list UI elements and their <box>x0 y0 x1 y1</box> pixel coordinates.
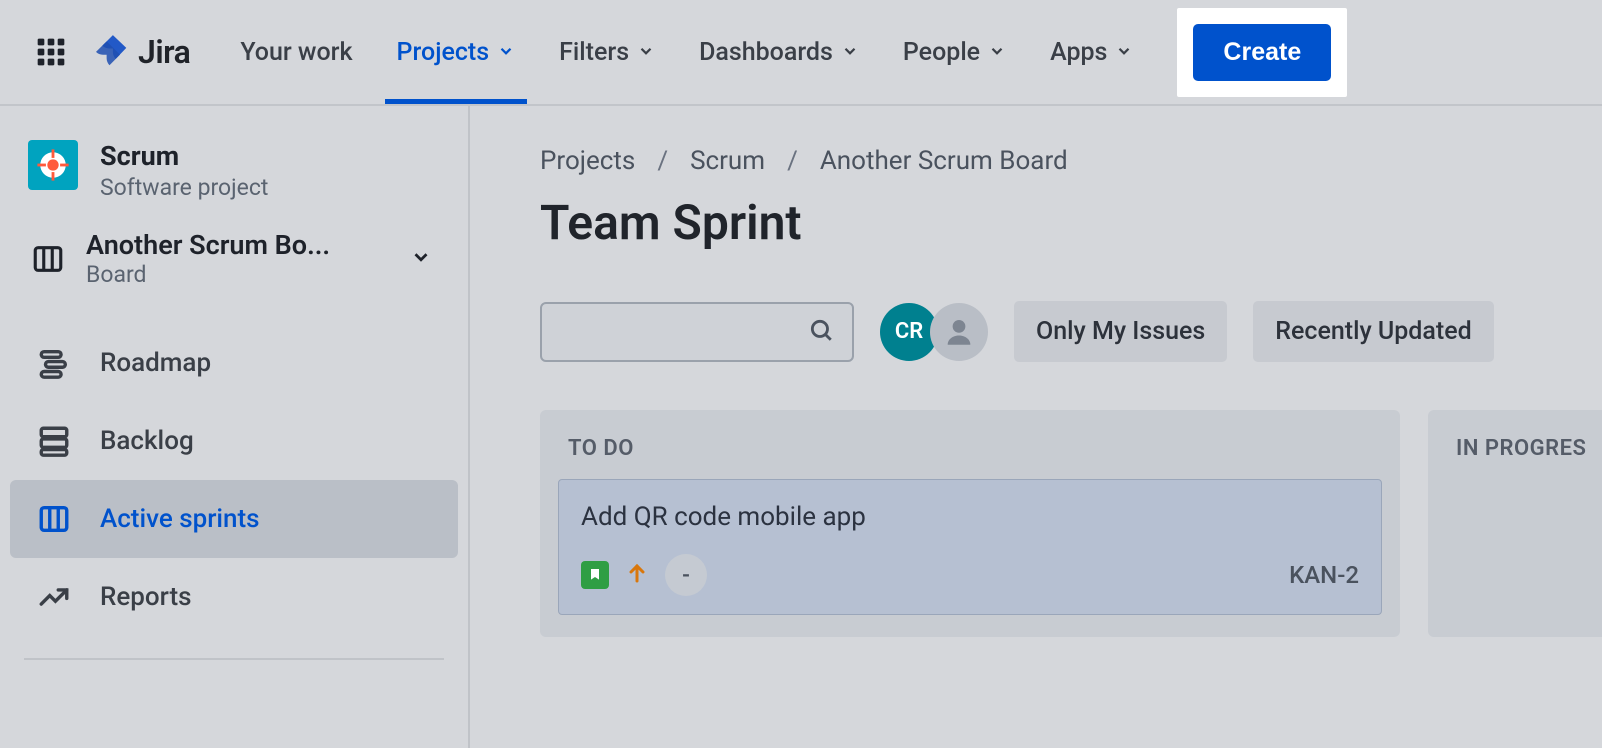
create-button[interactable]: Create <box>1193 24 1331 81</box>
filter-recently-updated[interactable]: Recently Updated <box>1253 301 1493 362</box>
backlog-icon <box>34 424 74 458</box>
jira-logo-text: Jira <box>138 33 190 71</box>
issue-title: Add QR code mobile app <box>581 502 1359 532</box>
nav-item-label: People <box>903 38 980 67</box>
nav-people[interactable]: People <box>881 0 1028 104</box>
nav-dashboards[interactable]: Dashboards <box>677 0 881 104</box>
breadcrumb-projects[interactable]: Projects <box>540 146 635 176</box>
jira-logo-icon <box>96 33 130 71</box>
breadcrumb-project[interactable]: Scrum <box>690 146 765 176</box>
chevron-down-icon <box>1115 38 1133 67</box>
breadcrumb-separator: / <box>657 146 668 176</box>
sidebar-divider <box>24 658 444 660</box>
nav-projects[interactable]: Projects <box>375 0 538 104</box>
nav-your-work[interactable]: Your work <box>218 0 374 104</box>
issue-meta: - KAN-2 <box>581 554 1359 596</box>
board-name: Another Scrum Bo... <box>86 229 392 261</box>
nav-item-label: Apps <box>1050 38 1107 67</box>
chevron-down-icon <box>988 38 1006 67</box>
assignee-empty[interactable]: - <box>665 554 707 596</box>
board-icon <box>28 242 68 276</box>
app-switcher-icon[interactable] <box>30 31 72 73</box>
nav-items: Your work Projects Filters Dashboards Pe… <box>218 0 1155 104</box>
sidebar-item-label: Backlog <box>100 426 194 456</box>
sidebar: Scrum Software project Another Scrum Bo.… <box>0 106 470 748</box>
sidebar-item-active-sprints[interactable]: Active sprints <box>10 480 458 558</box>
sidebar-item-backlog[interactable]: Backlog <box>10 402 458 480</box>
issue-key: KAN-2 <box>1289 561 1359 589</box>
column-in-progress: IN PROGRES <box>1428 410 1602 637</box>
create-highlight: Create <box>1177 8 1347 97</box>
top-nav: Jira Your work Projects Filters Dashboar… <box>0 0 1602 106</box>
sidebar-item-label: Reports <box>100 582 192 612</box>
jira-logo[interactable]: Jira <box>96 33 190 71</box>
nav-item-label: Filters <box>559 38 629 67</box>
nav-apps[interactable]: Apps <box>1028 0 1155 104</box>
reports-icon <box>34 580 74 614</box>
issue-card[interactable]: Add QR code mobile app - KAN-2 <box>558 479 1382 615</box>
column-title: IN PROGRES <box>1446 432 1602 479</box>
board-sub: Board <box>86 261 392 288</box>
breadcrumb-board[interactable]: Another Scrum Board <box>820 146 1068 176</box>
sidebar-item-reports[interactable]: Reports <box>10 558 458 636</box>
nav-item-label: Projects <box>397 38 490 67</box>
breadcrumb: Projects / Scrum / Another Scrum Board <box>540 146 1602 176</box>
avatar-unassigned[interactable] <box>930 303 988 361</box>
board-toolbar: CR Only My Issues Recently Updated <box>540 301 1602 362</box>
assignee-avatars: CR <box>880 303 988 361</box>
search-icon <box>808 317 834 347</box>
roadmap-icon <box>34 346 74 380</box>
board-columns: TO DO Add QR code mobile app - <box>540 410 1602 637</box>
project-header[interactable]: Scrum Software project <box>0 140 468 229</box>
nav-item-label: Your work <box>240 38 352 67</box>
column-todo: TO DO Add QR code mobile app - <box>540 410 1400 637</box>
project-type: Software project <box>100 174 268 201</box>
board-selector[interactable]: Another Scrum Bo... Board <box>0 229 468 296</box>
sprints-icon <box>34 502 74 536</box>
column-title: TO DO <box>558 432 1382 479</box>
sidebar-item-label: Active sprints <box>100 504 260 534</box>
project-name: Scrum <box>100 140 268 172</box>
sidebar-nav: Roadmap Backlog Active sprints Reports <box>0 324 468 636</box>
priority-up-icon <box>625 561 649 589</box>
sidebar-item-roadmap[interactable]: Roadmap <box>10 324 458 402</box>
filter-only-my-issues[interactable]: Only My Issues <box>1014 301 1227 362</box>
project-icon <box>28 140 78 190</box>
story-icon <box>581 561 609 589</box>
chevron-down-icon <box>497 38 515 67</box>
chevron-down-icon <box>841 38 859 67</box>
sidebar-item-label: Roadmap <box>100 348 211 378</box>
nav-filters[interactable]: Filters <box>537 0 677 104</box>
page-title: Team Sprint <box>540 194 1602 251</box>
search-input[interactable] <box>540 302 854 362</box>
main-content: Projects / Scrum / Another Scrum Board T… <box>470 106 1602 748</box>
breadcrumb-separator: / <box>787 146 798 176</box>
chevron-down-icon <box>410 246 432 272</box>
nav-item-label: Dashboards <box>699 38 833 67</box>
chevron-down-icon <box>637 38 655 67</box>
